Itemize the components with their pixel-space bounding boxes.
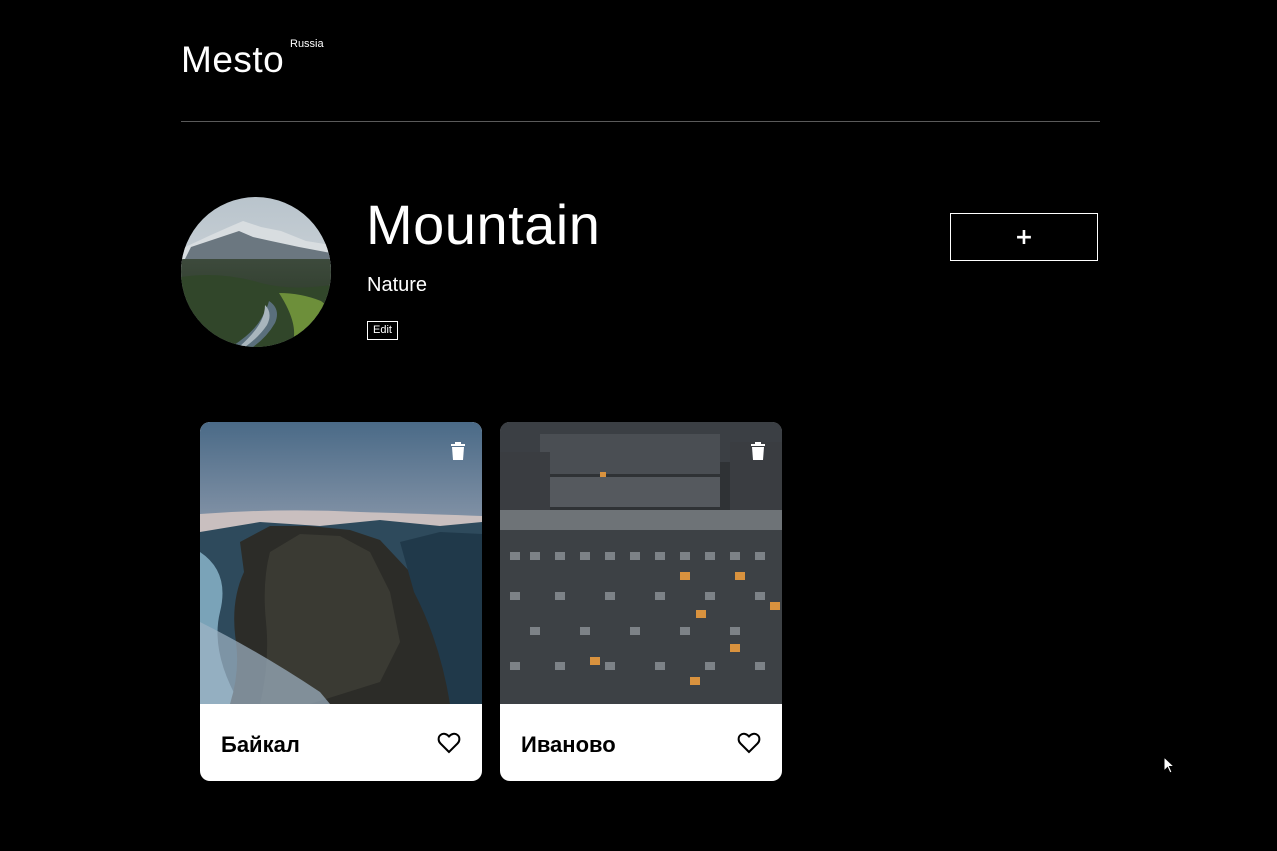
header: Mesto Russia — [181, 30, 1100, 122]
logo-subtitle: Russia — [290, 38, 324, 50]
logo: Mesto — [181, 39, 285, 80]
card-title: Иваново — [521, 732, 616, 757]
heart-icon — [437, 732, 461, 754]
heart-icon — [737, 732, 761, 754]
avatar[interactable] — [181, 197, 331, 347]
card-title: Байкал — [221, 732, 300, 757]
delete-card-button[interactable] — [748, 441, 768, 461]
avatar-image — [181, 197, 331, 347]
card-image[interactable] — [500, 422, 782, 704]
add-card-button[interactable]: + — [950, 213, 1098, 261]
rocky-lake-shore-photo — [200, 422, 482, 704]
delete-card-button[interactable] — [448, 441, 468, 461]
edit-profile-button[interactable]: Edit — [367, 321, 398, 340]
trash-icon — [751, 442, 765, 460]
mouse-pointer-icon — [1163, 756, 1175, 774]
card: Байкал — [200, 422, 482, 781]
trash-icon — [451, 442, 465, 460]
like-button[interactable] — [737, 732, 761, 754]
profile-name: Mountain — [366, 193, 601, 256]
apartment-blocks-photo — [500, 422, 782, 704]
card: Иваново — [500, 422, 782, 781]
like-button[interactable] — [437, 732, 461, 754]
card-image[interactable] — [200, 422, 482, 704]
profile-about: Nature — [367, 274, 428, 296]
page: Mesto Russia Mountain Nature Edit + Байк… — [0, 0, 1277, 851]
